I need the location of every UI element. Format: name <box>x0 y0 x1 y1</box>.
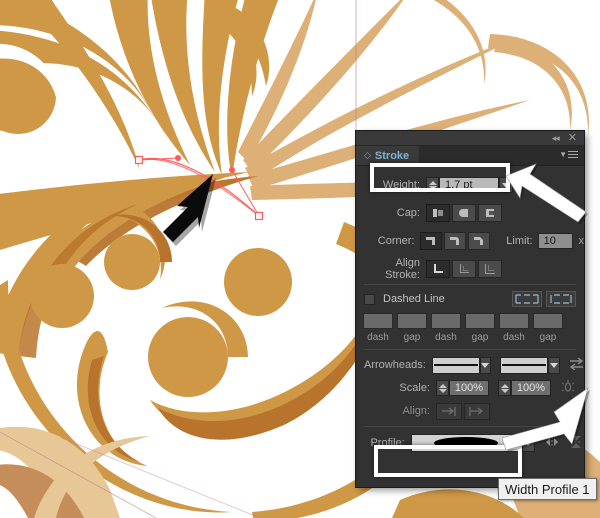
align-row: Align: <box>356 401 584 421</box>
divider-1 <box>364 284 576 285</box>
divider-3 <box>364 426 576 427</box>
scale-label: Scale: <box>399 382 430 394</box>
profile-select[interactable] <box>410 434 522 452</box>
gap-field-2[interactable] <box>465 313 495 329</box>
arrowhead-end-select[interactable] <box>500 356 549 374</box>
dash-field-2[interactable] <box>431 313 461 329</box>
align-stroke-inside-button[interactable] <box>452 260 476 278</box>
flip-along-icon[interactable] <box>568 435 584 452</box>
profile-row: Profile: <box>356 432 584 454</box>
gap-label-3: gap <box>539 331 557 343</box>
weight-stepper[interactable] <box>426 177 439 193</box>
weight-input[interactable]: 1,7 pt <box>439 177 499 193</box>
arrowhead-start-select[interactable] <box>431 356 480 374</box>
dash-label-1: dash <box>367 331 389 343</box>
diamond-icon: ◇ <box>364 150 371 160</box>
dash-label-3: dash <box>503 331 525 343</box>
corner-label: Corner: <box>377 235 415 247</box>
align-stroke-label: Align Stroke: <box>385 257 420 281</box>
cap-label: Cap: <box>396 207 420 219</box>
panel-title-bar[interactable]: ◂◂ ✕ <box>356 131 584 146</box>
corner-round-button[interactable] <box>444 232 467 250</box>
corner-bevel-button[interactable] <box>468 232 490 250</box>
corner-miter-button[interactable] <box>420 232 443 250</box>
close-icon[interactable]: ✕ <box>568 132 577 143</box>
align-dashes-to-corners-icon[interactable] <box>546 291 576 307</box>
flip-across-icon[interactable] <box>544 435 560 452</box>
collapse-double-arrow-icon[interactable]: ◂◂ <box>552 133 560 143</box>
dashed-line-label: Dashed Line <box>383 293 445 305</box>
dash-field-3[interactable] <box>499 313 529 329</box>
weight-row: Weight: 1,7 pt <box>356 175 584 195</box>
link-scale-icon[interactable] <box>560 379 576 397</box>
limit-unit: x <box>578 235 584 247</box>
gap-label-1: gap <box>403 331 421 343</box>
gap-field-3[interactable] <box>533 313 563 329</box>
align-stroke-outside-button[interactable] <box>478 260 502 278</box>
scale-row: Scale: 100% 100% <box>356 378 584 398</box>
align-stroke-row: Align Stroke: <box>356 257 584 281</box>
limit-input[interactable]: 10 <box>537 233 573 249</box>
gap-label-2: gap <box>471 331 489 343</box>
scale-start-stepper[interactable] <box>436 380 449 396</box>
cap-butt-button[interactable] <box>426 204 450 222</box>
corner-row: Corner: Limit: 10 x <box>356 231 584 251</box>
arrowhead-end-dropdown-arrow[interactable] <box>548 356 560 374</box>
scale-end-input[interactable]: 100% <box>511 380 551 396</box>
tab-stroke-label: Stroke <box>374 149 410 162</box>
cap-row: Cap: <box>356 203 584 223</box>
arrowhead-start-dropdown-arrow[interactable] <box>479 356 492 374</box>
preserve-exact-dash-icon[interactable] <box>512 291 542 307</box>
scale-end-stepper[interactable] <box>498 380 511 396</box>
arrowheads-row: Arrowheads: <box>356 355 584 375</box>
ornament-ball-1 <box>224 248 292 316</box>
panel-tab-row[interactable]: ◇ Stroke ▼ <box>356 146 584 166</box>
dash-labels-row: dash gap dash gap dash gap <box>356 330 584 344</box>
cap-round-button[interactable] <box>452 204 476 222</box>
tab-stroke[interactable]: ◇ Stroke <box>356 146 420 165</box>
screenshot-root: ◂◂ ✕ ◇ Stroke ▼ Weight: 1,7 pt Cap: Corn… <box>0 0 600 518</box>
divider-2 <box>364 349 576 350</box>
profile-label: Profile: <box>370 437 405 449</box>
dashed-line-row: Dashed Line <box>356 290 584 308</box>
cap-projecting-button[interactable] <box>478 204 502 222</box>
align-place-button[interactable] <box>464 402 490 420</box>
gap-field-1[interactable] <box>397 313 427 329</box>
scale-start-input[interactable]: 100% <box>449 380 489 396</box>
panel-menu-icon[interactable]: ▼ <box>559 149 578 160</box>
dash-field-1[interactable] <box>363 313 393 329</box>
panel-body: Weight: 1,7 pt Cap: Corner: Limit: 10 x … <box>356 175 584 454</box>
swap-arrowheads-icon[interactable] <box>569 357 584 373</box>
dashed-line-checkbox[interactable] <box>364 293 375 305</box>
align-label: Align: <box>402 405 430 417</box>
dash-fields-row <box>356 312 584 330</box>
weight-label: Weight: <box>382 179 420 191</box>
width-profile-tooltip: Width Profile 1 <box>498 478 597 500</box>
ornament-ball-2 <box>30 264 94 328</box>
align-extend-button[interactable] <box>436 402 462 420</box>
weight-dropdown-arrow[interactable] <box>499 177 513 193</box>
limit-label: Limit: <box>506 235 533 247</box>
dash-label-2: dash <box>435 331 457 343</box>
profile-dropdown-arrow[interactable] <box>521 434 536 452</box>
arrowheads-label: Arrowheads: <box>364 359 426 371</box>
align-stroke-center-button[interactable] <box>426 260 450 278</box>
tooltip-text: Width Profile 1 <box>505 481 590 497</box>
stroke-panel[interactable]: ◂◂ ✕ ◇ Stroke ▼ Weight: 1,7 pt Cap: Corn… <box>356 131 584 487</box>
